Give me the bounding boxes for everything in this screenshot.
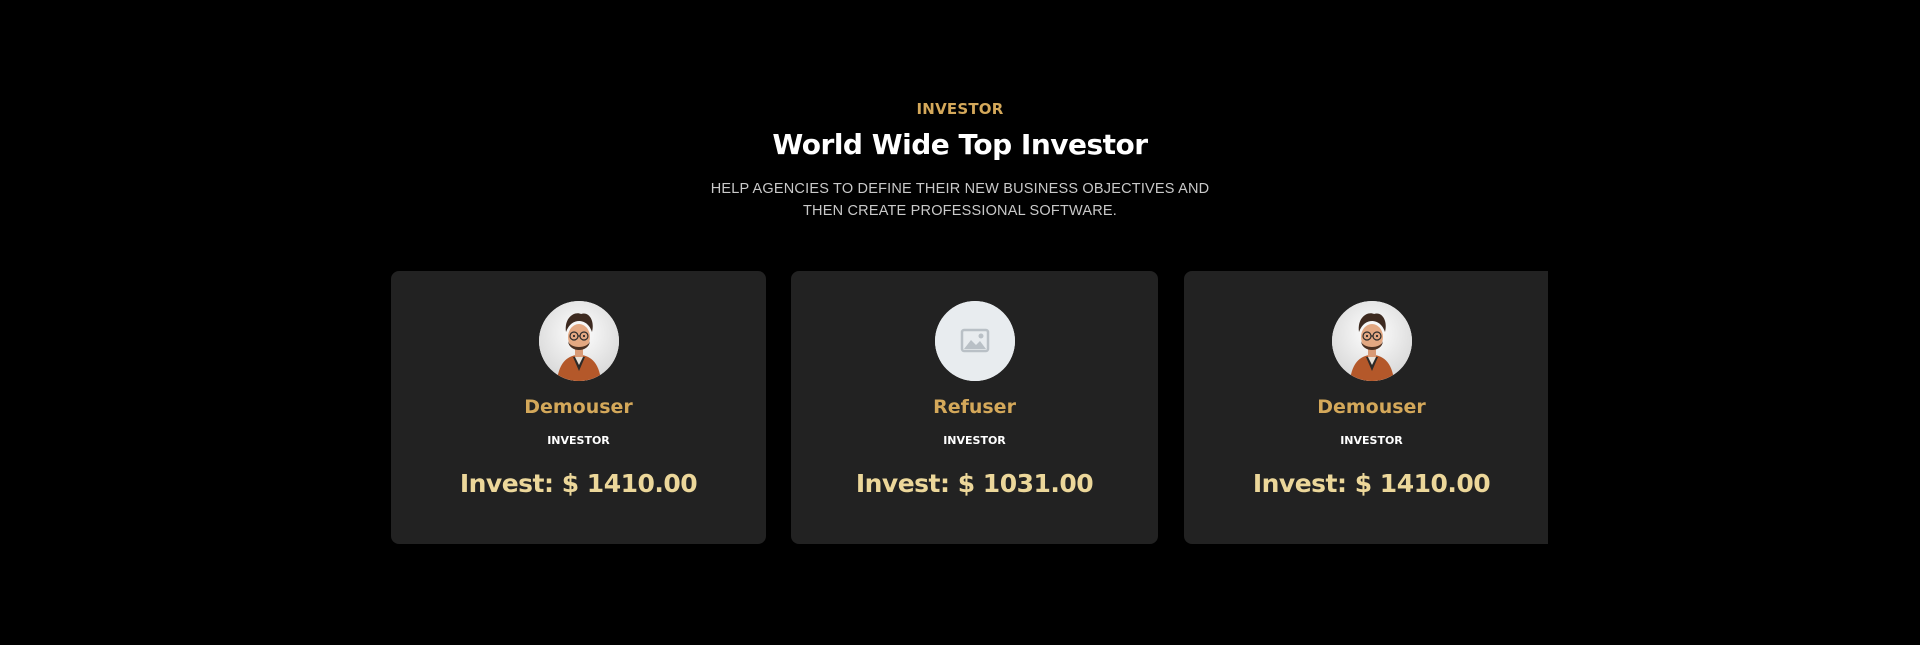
section-title: World Wide Top Investor — [772, 128, 1148, 161]
investor-section: INVESTOR World Wide Top Investor HELP AG… — [0, 0, 1920, 645]
cartoon-man-avatar-icon — [1331, 301, 1412, 381]
image-placeholder-icon — [934, 301, 1015, 381]
investor-name: Demouser — [1317, 396, 1426, 418]
section-eyebrow: INVESTOR — [916, 100, 1004, 118]
investor-avatar — [1331, 301, 1412, 381]
investor-amount: Invest: $ 1031.00 — [855, 469, 1094, 498]
investor-carousel[interactable]: Demouser INVESTOR Invest: $ 1410.00 Refu… — [391, 271, 1548, 544]
investor-amount: Invest: $ 1410.00 — [459, 469, 698, 498]
investor-role: INVESTOR — [1340, 434, 1403, 447]
investor-card[interactable]: Demouser INVESTOR Invest: $ 1410.00 — [1184, 271, 1548, 544]
investor-name: Refuser — [933, 396, 1016, 418]
investor-role: INVESTOR — [943, 434, 1006, 447]
section-subtitle: HELP AGENCIES TO DEFINE THEIR NEW BUSINE… — [710, 181, 1210, 219]
investor-name: Demouser — [524, 396, 633, 418]
investor-card[interactable]: Demouser INVESTOR Invest: $ 1410.00 — [391, 271, 766, 544]
investor-role: INVESTOR — [547, 434, 610, 447]
cartoon-man-avatar-icon — [538, 301, 619, 381]
investor-amount: Invest: $ 1410.00 — [1252, 469, 1491, 498]
investor-card[interactable]: Refuser INVESTOR Invest: $ 1031.00 — [791, 271, 1158, 544]
investor-avatar — [538, 301, 619, 381]
investor-avatar — [934, 301, 1015, 381]
